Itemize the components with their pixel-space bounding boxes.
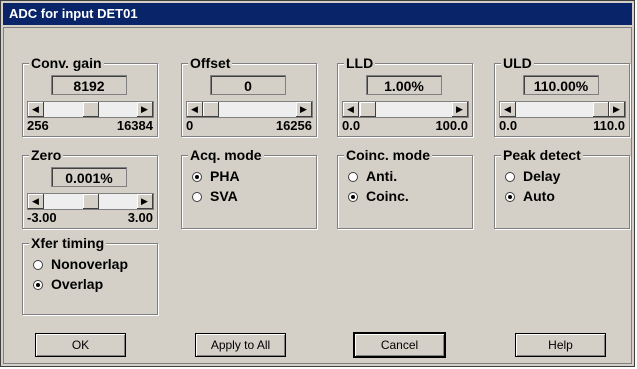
peak-detect-option-label: Auto bbox=[523, 188, 555, 204]
scroll-right-icon[interactable]: ▶ bbox=[452, 102, 468, 117]
uld-value: 110.00% bbox=[523, 75, 599, 95]
radio-button-icon[interactable] bbox=[192, 192, 202, 202]
peak-detect-option-label: Delay bbox=[523, 168, 561, 184]
acq-mode-option-label: SVA bbox=[210, 188, 238, 204]
xfer-timing-group: Xfer timing Nonoverlap Overlap bbox=[22, 235, 158, 315]
offset-max: 16256 bbox=[275, 118, 312, 133]
lld-max: 100.0 bbox=[435, 118, 468, 133]
lld-min: 0.0 bbox=[342, 118, 361, 133]
scroll-left-icon[interactable]: ◀ bbox=[28, 102, 44, 117]
uld-thumb[interactable] bbox=[593, 102, 609, 117]
radio-button-icon[interactable] bbox=[33, 280, 43, 290]
scroll-right-icon[interactable]: ▶ bbox=[296, 102, 312, 117]
lld-thumb[interactable] bbox=[359, 102, 376, 117]
xfer-timing-title: Xfer timing bbox=[29, 235, 107, 251]
dialog-client-area: Conv. gain 8192 ◀ ▶ 256 16384 Offset 0 ◀… bbox=[3, 27, 632, 364]
conv-gain-thumb[interactable] bbox=[82, 102, 99, 117]
radio-button-icon[interactable] bbox=[33, 260, 43, 270]
scroll-left-icon[interactable]: ◀ bbox=[500, 102, 516, 117]
acq-mode-option-pha[interactable]: PHA bbox=[192, 168, 240, 184]
xfer-timing-option-overlap[interactable]: Overlap bbox=[33, 276, 103, 292]
coinc-mode-group: Coinc. mode Anti. Coinc. bbox=[337, 147, 473, 229]
coinc-mode-option-label: Anti. bbox=[366, 168, 398, 184]
window-title: ADC for input DET01 bbox=[3, 3, 632, 25]
conv-gain-min: 256 bbox=[27, 118, 49, 133]
acq-mode-title: Acq. mode bbox=[188, 147, 264, 163]
scroll-right-icon[interactable]: ▶ bbox=[137, 194, 153, 209]
peak-detect-title: Peak detect bbox=[501, 147, 583, 163]
scroll-right-icon[interactable]: ▶ bbox=[137, 102, 153, 117]
acq-mode-group: Acq. mode PHA SVA bbox=[181, 147, 317, 229]
xfer-timing-option-label: Nonoverlap bbox=[51, 256, 129, 272]
zero-group: Zero 0.001% ◀ ▶ -3.00 3.00 bbox=[22, 147, 158, 229]
scroll-left-icon[interactable]: ◀ bbox=[28, 194, 44, 209]
coinc-mode-option-label: Coinc. bbox=[366, 188, 409, 204]
coinc-mode-option-coinc[interactable]: Coinc. bbox=[348, 188, 409, 204]
acq-mode-option-sva[interactable]: SVA bbox=[192, 188, 238, 204]
radio-button-icon[interactable] bbox=[348, 172, 358, 182]
scroll-left-icon[interactable]: ◀ bbox=[187, 102, 203, 117]
conv-gain-scrollbar[interactable]: ◀ ▶ bbox=[27, 101, 154, 118]
conv-gain-group: Conv. gain 8192 ◀ ▶ 256 16384 bbox=[22, 55, 158, 137]
scroll-right-icon[interactable]: ▶ bbox=[609, 102, 625, 117]
ok-button[interactable]: OK bbox=[35, 333, 126, 357]
offset-group: Offset 0 ◀ ▶ 0 16256 bbox=[181, 55, 317, 137]
radio-button-icon[interactable] bbox=[348, 192, 358, 202]
zero-title: Zero bbox=[29, 147, 64, 163]
scroll-left-icon[interactable]: ◀ bbox=[343, 102, 359, 117]
coinc-mode-option-anti[interactable]: Anti. bbox=[348, 168, 397, 184]
offset-value: 0 bbox=[210, 75, 286, 95]
offset-min: 0 bbox=[186, 118, 194, 133]
zero-value: 0.001% bbox=[51, 167, 127, 187]
uld-group: ULD 110.00% ◀ ▶ 0.0 110.0 bbox=[494, 55, 630, 137]
offset-thumb[interactable] bbox=[203, 102, 219, 117]
help-button[interactable]: Help bbox=[515, 333, 606, 357]
uld-scrollbar[interactable]: ◀ ▶ bbox=[499, 101, 626, 118]
adc-dialog: ADC for input DET01 Conv. gain 8192 ◀ ▶ … bbox=[0, 0, 635, 367]
peak-detect-group: Peak detect Delay Auto bbox=[494, 147, 630, 229]
cancel-button[interactable]: Cancel bbox=[353, 332, 446, 358]
lld-value: 1.00% bbox=[366, 75, 442, 95]
uld-max: 110.0 bbox=[593, 118, 625, 133]
conv-gain-value: 8192 bbox=[51, 75, 127, 95]
offset-scrollbar[interactable]: ◀ ▶ bbox=[186, 101, 313, 118]
lld-scrollbar[interactable]: ◀ ▶ bbox=[342, 101, 469, 118]
zero-scrollbar[interactable]: ◀ ▶ bbox=[27, 193, 154, 210]
conv-gain-max: 16384 bbox=[116, 118, 153, 133]
conv-gain-title: Conv. gain bbox=[29, 55, 104, 71]
uld-min: 0.0 bbox=[499, 118, 518, 133]
apply-to-all-button[interactable]: Apply to All bbox=[195, 333, 286, 357]
radio-button-icon[interactable] bbox=[505, 172, 515, 182]
peak-detect-option-auto[interactable]: Auto bbox=[505, 188, 555, 204]
radio-button-icon[interactable] bbox=[505, 192, 515, 202]
uld-title: ULD bbox=[501, 55, 534, 71]
coinc-mode-title: Coinc. mode bbox=[344, 147, 433, 163]
offset-title: Offset bbox=[188, 55, 233, 71]
radio-button-icon[interactable] bbox=[192, 172, 202, 182]
lld-group: LLD 1.00% ◀ ▶ 0.0 100.0 bbox=[337, 55, 473, 137]
lld-title: LLD bbox=[344, 55, 376, 71]
zero-thumb[interactable] bbox=[82, 194, 99, 209]
zero-min: -3.00 bbox=[27, 210, 57, 225]
acq-mode-option-label: PHA bbox=[210, 168, 240, 184]
peak-detect-option-delay[interactable]: Delay bbox=[505, 168, 560, 184]
zero-max: 3.00 bbox=[127, 210, 153, 225]
xfer-timing-option-label: Overlap bbox=[51, 276, 104, 292]
xfer-timing-option-nonoverlap[interactable]: Nonoverlap bbox=[33, 256, 128, 272]
